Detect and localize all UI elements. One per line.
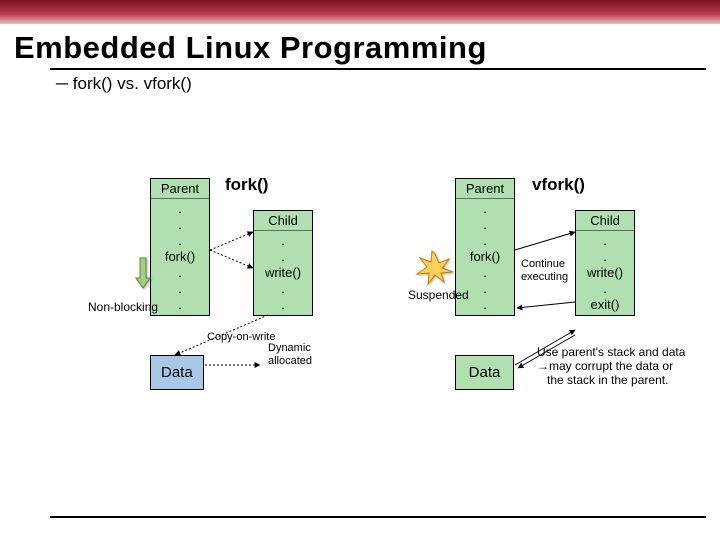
right-parent-line: . xyxy=(456,201,514,217)
right-parent-line: . xyxy=(456,265,514,281)
right-child-line: exit() xyxy=(576,297,634,313)
suspended-label: Suspended xyxy=(408,288,469,302)
left-parent-line: . xyxy=(151,281,209,297)
arrows-overlay xyxy=(0,150,720,490)
left-child-line: . xyxy=(254,281,312,297)
subtitle: ─ fork() vs. vfork() xyxy=(0,70,720,94)
left-child-line: write() xyxy=(254,265,312,281)
diagram: fork() Parent . . . fork() . . . Child .… xyxy=(0,150,720,490)
left-child-body: . . write() . . xyxy=(254,231,312,315)
left-parent-line: . xyxy=(151,265,209,281)
right-child-body: . . write() . exit() xyxy=(576,231,634,315)
right-child-head: Child xyxy=(576,211,634,231)
right-parent-line: . xyxy=(456,233,514,249)
left-parent-line: . xyxy=(151,233,209,249)
right-parent-head: Parent xyxy=(456,179,514,199)
right-title: vfork() xyxy=(532,175,585,195)
dynamic-label: Dynamic allocated xyxy=(268,342,312,368)
gradient-header-bar xyxy=(0,0,720,24)
right-data-box: Data xyxy=(455,355,514,390)
right-child-line: . xyxy=(576,281,634,297)
right-parent-line: fork() xyxy=(456,249,514,265)
left-data-box: Data xyxy=(150,355,204,390)
left-parent-line: . xyxy=(151,297,209,313)
right-parent-line: . xyxy=(456,217,514,233)
left-parent-line: . xyxy=(151,201,209,217)
page-title: Embedded Linux Programming xyxy=(0,24,720,68)
cow-label: Copy-on-write xyxy=(207,331,275,344)
left-parent-body: . . . fork() . . . xyxy=(151,199,209,315)
warn-label: Use parent's stack and data →may corrupt… xyxy=(537,345,685,387)
left-parent-box: Parent . . . fork() . . . xyxy=(150,178,210,316)
right-child-line: . xyxy=(576,233,634,249)
left-child-line: . xyxy=(254,249,312,265)
left-parent-line: fork() xyxy=(151,249,209,265)
left-child-line: . xyxy=(254,233,312,249)
nonblocking-label: Non-blocking xyxy=(88,300,158,314)
left-title: fork() xyxy=(225,175,268,195)
left-parent-line: . xyxy=(151,217,209,233)
right-child-box: Child . . write() . exit() xyxy=(575,210,635,316)
left-child-box: Child . . write() . . xyxy=(253,210,313,316)
right-child-line: write() xyxy=(576,265,634,281)
left-child-head: Child xyxy=(254,211,312,231)
left-parent-head: Parent xyxy=(151,179,209,199)
continue-label: Continue executing xyxy=(521,258,568,284)
left-child-line: . xyxy=(254,297,312,313)
footer-rule xyxy=(50,516,706,518)
right-child-line: . xyxy=(576,249,634,265)
